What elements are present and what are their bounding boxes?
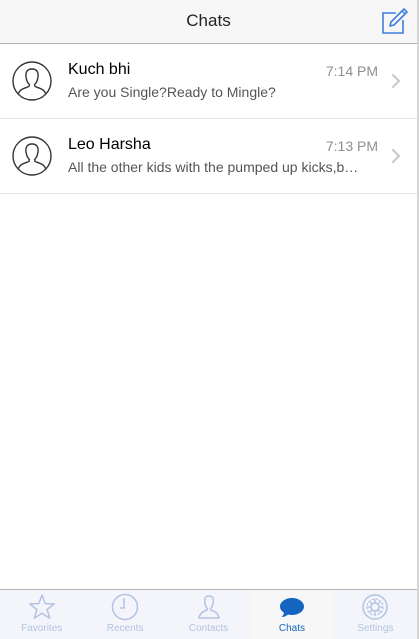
tab-settings[interactable]: Settings [333,590,418,639]
tab-label: Chats [278,623,305,634]
chat-list: Kuch bhi 7:14 PM Are you Single?Ready to… [0,44,417,194]
tab-favorites[interactable]: Favorites [0,590,84,639]
chevron-right-icon [392,74,400,88]
chat-timestamp: 7:14 PM [325,63,378,79]
compose-icon [382,8,408,34]
tab-bar: Favorites Recents Contacts Chats Setting… [0,589,418,639]
tab-label: Contacts [188,623,229,634]
chat-last-message: All the other kids with the pumped up ki… [68,159,364,175]
chat-bubble-icon [279,598,304,617]
person-icon [197,595,220,619]
avatar-icon [12,136,52,176]
page-title: Chats [186,11,231,30]
avatar-icon [12,61,52,101]
tab-chats[interactable]: Chats [250,590,334,639]
navigation-bar: Chats [0,0,417,44]
tab-recents[interactable]: Recents [83,590,167,639]
tab-contacts[interactable]: Contacts [166,590,251,639]
tab-label: Favorites [21,623,63,634]
star-icon [28,594,55,620]
chat-timestamp: 7:13 PM [325,138,378,154]
chevron-right-icon [392,149,400,163]
compose-button[interactable] [380,8,408,36]
clock-icon [111,593,139,621]
gear-icon [362,594,389,620]
chat-name: Leo Harsha [68,136,151,153]
chats-screen: Chats Kuch bhi 7:14 PM Are you Single?Re… [0,0,419,639]
chat-last-message: Are you Single?Ready to Mingle? [68,84,276,100]
chat-row[interactable]: Leo Harsha 7:13 PM All the other kids wi… [0,119,417,194]
chat-name: Kuch bhi [68,61,131,78]
chat-row[interactable]: Kuch bhi 7:14 PM Are you Single?Ready to… [0,44,417,119]
tab-label: Settings [357,623,394,634]
tab-label: Recents [106,623,144,634]
